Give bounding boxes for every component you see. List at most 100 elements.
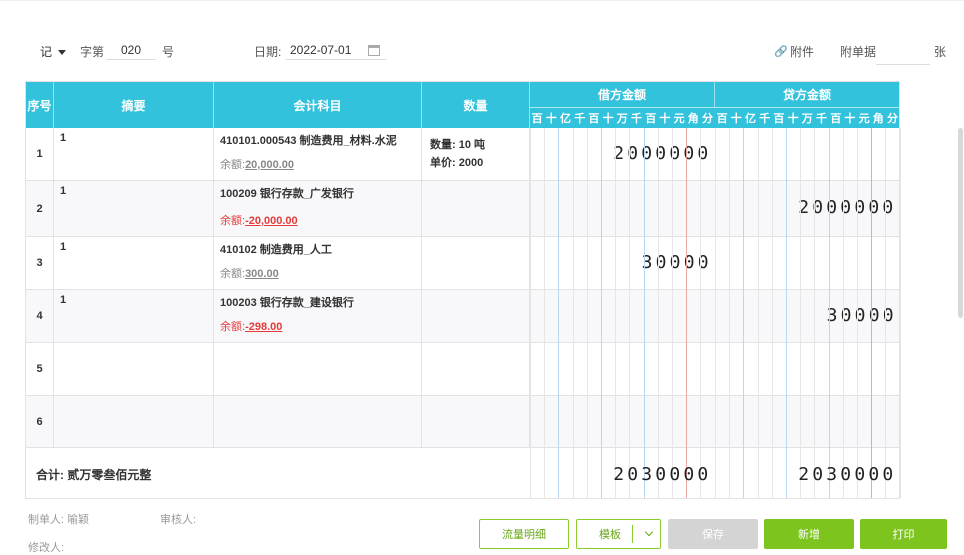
- balance-value: 20,000.00: [245, 159, 294, 171]
- summary-cell[interactable]: 1: [54, 237, 214, 289]
- account-cell[interactable]: [214, 396, 422, 447]
- table-header: 序号 摘要 会计科目 数量 借方金额 贷方金额 百十亿千百十万千百十元角分百十亿…: [26, 82, 899, 128]
- debit-digit-gridline: [558, 128, 560, 498]
- summary-cell[interactable]: [54, 396, 214, 447]
- maker-field: 制单人: 喻颖: [28, 511, 89, 527]
- credit-digit-unit: 分: [886, 113, 898, 125]
- credit-digit-gridline: [814, 128, 816, 498]
- table-row[interactable]: 6: [26, 396, 899, 448]
- credit-digit-gridline: [757, 128, 759, 498]
- account-name: 100203 银行存款_建设银行: [220, 297, 354, 309]
- credit-digit-unit: 百: [830, 113, 842, 125]
- balance-label: 余额:: [220, 215, 246, 227]
- table-row[interactable]: 4 1 100203 银行存款_建设银行 余额:-298.00 30000: [26, 290, 899, 343]
- total-debit-amount: 2030000: [613, 464, 712, 485]
- table-row[interactable]: 2 1 100209 银行存款_广发银行 余额:-20,000.00 2000000: [26, 181, 899, 237]
- summary-cell[interactable]: 1: [54, 181, 214, 236]
- debit-digit-unit: 千: [574, 113, 586, 125]
- attached-docs-input[interactable]: [876, 51, 930, 65]
- table-row[interactable]: 1 1 410101.000543 制造费用_材料.水泥 余额:20,000.00 数量…: [26, 128, 899, 181]
- voucher-number-input[interactable]: 020: [106, 43, 156, 60]
- col-account: 会计科目: [214, 82, 422, 128]
- account-cell[interactable]: [214, 343, 422, 395]
- auditor-label: 审核人:: [160, 514, 197, 526]
- chevron-down-icon[interactable]: [644, 527, 654, 537]
- quantity-cell[interactable]: [422, 396, 530, 447]
- account-balance: 余额:-20,000.00: [220, 212, 298, 228]
- debit-digit-unit: 万: [616, 113, 628, 125]
- balance-value: -20,000.00: [245, 215, 298, 227]
- maker-value: 喻颖: [67, 514, 90, 526]
- unit-price-line: 单价: 2000: [430, 157, 484, 169]
- print-button[interactable]: 打印: [860, 519, 947, 549]
- voucher-frame: 记 字第 020 号 日期: 2022-07-01 🔗 附件 附单据 张 序号 …: [0, 0, 964, 555]
- credit-digit-gridline: [871, 128, 873, 498]
- quantity-cell[interactable]: 数量: 10 吨单价: 2000: [422, 128, 530, 180]
- number-unit: 号: [162, 45, 175, 59]
- quantity-line: 数量: 10 吨: [430, 139, 486, 151]
- paperclip-icon[interactable]: 🔗: [774, 45, 788, 58]
- table-row[interactable]: 3 1 410102 制造费用_人工 余额:300.00 30000: [26, 237, 899, 290]
- balance-value: -298.00: [245, 321, 283, 333]
- debit-digit-gridline: [615, 128, 617, 498]
- balance-label: 余额:: [220, 268, 246, 280]
- flow-detail-button[interactable]: 流量明细: [479, 519, 569, 549]
- debit-digit-unit: 千: [630, 113, 642, 125]
- debit-amount[interactable]: 30000: [642, 252, 713, 273]
- debit-digit-gridline: [572, 128, 574, 498]
- credit-amount[interactable]: 2000000: [798, 197, 897, 218]
- account-cell[interactable]: 410101.000543 制造费用_材料.水泥 余额:20,000.00: [214, 128, 422, 180]
- total-row: 合计: 贰万零叁佰元整 2030000 2030000: [26, 448, 899, 500]
- credit-digit-unit: 千: [815, 113, 827, 125]
- row-seq: 6: [26, 396, 54, 447]
- template-button[interactable]: 模板: [576, 519, 661, 549]
- credit-digit-gridline: [743, 128, 745, 498]
- credit-digit-unit: 百: [716, 113, 728, 125]
- debit-digit-gridline: [643, 128, 645, 498]
- quantity-cell[interactable]: [422, 237, 530, 289]
- account-cell[interactable]: 100209 银行存款_广发银行 余额:-20,000.00: [214, 181, 422, 236]
- debit-digit-gridline: [700, 128, 702, 498]
- quantity-cell[interactable]: [422, 181, 530, 236]
- balance-value: 300.00: [245, 268, 279, 280]
- summary-cell[interactable]: 1: [54, 128, 214, 180]
- add-button[interactable]: 新增: [764, 519, 854, 549]
- row-seq: 1: [26, 128, 54, 180]
- calendar-icon[interactable]: [368, 45, 380, 56]
- debit-digit-gridline: [601, 128, 602, 498]
- credit-digit-unit: 十: [844, 113, 856, 125]
- credit-digit-gridline: [715, 128, 716, 498]
- voucher-table: 序号 摘要 会计科目 数量 借方金额 贷方金额 百十亿千百十万千百十元角分百十亿…: [25, 81, 901, 500]
- debit-digit-unit: 分: [701, 113, 713, 125]
- credit-digit-unit: 千: [759, 113, 771, 125]
- save-button[interactable]: 保存: [668, 519, 758, 549]
- summary-cell[interactable]: [54, 343, 214, 395]
- auditor-field: 审核人:: [160, 511, 196, 527]
- template-split-divider: [632, 525, 633, 543]
- summary-cell[interactable]: 1: [54, 290, 214, 342]
- account-cell[interactable]: 410102 制造费用_人工 余额:300.00: [214, 237, 422, 289]
- voucher-type-select[interactable]: 记: [40, 43, 67, 60]
- debit-digit-unit: 十: [659, 113, 671, 125]
- balance-label: 余额:: [220, 321, 246, 333]
- voucher-type-value: 记: [40, 45, 53, 59]
- credit-amount[interactable]: 30000: [827, 305, 898, 326]
- account-name: 100209 银行存款_广发银行: [220, 188, 354, 200]
- debit-digit-unit: 百: [531, 113, 543, 125]
- quantity-cell[interactable]: [422, 343, 530, 395]
- vertical-scrollbar[interactable]: [958, 128, 963, 318]
- account-balance: 余额:-298.00: [220, 318, 282, 334]
- quantity-cell[interactable]: [422, 290, 530, 342]
- debit-digit-unit: 亿: [559, 113, 571, 125]
- debit-amount[interactable]: 2000000: [613, 143, 712, 164]
- attachment-link[interactable]: 附件: [790, 43, 814, 60]
- table-row[interactable]: 5: [26, 343, 899, 396]
- credit-digit-gridline: [771, 128, 773, 498]
- attached-docs-label: 附单据: [840, 45, 877, 59]
- credit-digit-gridline: [885, 128, 887, 498]
- col-quantity: 数量: [422, 82, 530, 128]
- number-label: 字第: [80, 45, 105, 59]
- credit-digit-unit: 亿: [744, 113, 756, 125]
- account-cell[interactable]: 100203 银行存款_建设银行 余额:-298.00: [214, 290, 422, 342]
- balance-label: 余额:: [220, 159, 246, 171]
